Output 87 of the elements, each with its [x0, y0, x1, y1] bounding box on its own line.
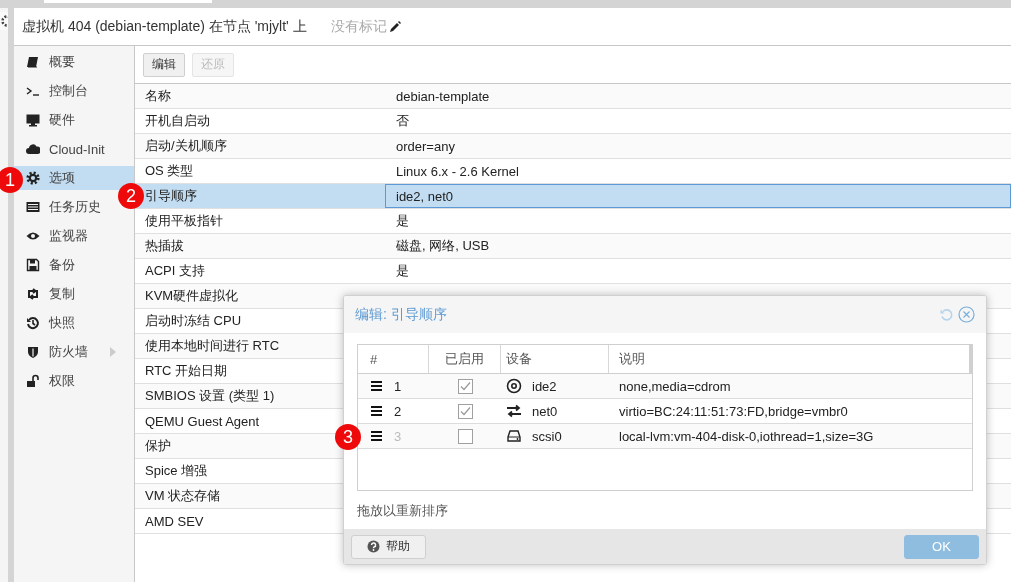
- option-name: 开机自启动: [145, 113, 210, 128]
- column-header[interactable]: #: [358, 345, 429, 373]
- option-name: 使用平板指针: [145, 213, 223, 228]
- sidebar-item[interactable]: 概要: [14, 50, 118, 74]
- row-number: 2: [394, 403, 402, 419]
- option-row[interactable]: 引导顺序 ide2, net0: [135, 184, 1011, 209]
- sidebar-item[interactable]: 控制台: [14, 79, 118, 103]
- list-icon: [26, 200, 40, 214]
- sidebar-item[interactable]: 监视器: [14, 224, 118, 248]
- dialog-title: 编辑: 引导顺序: [355, 305, 448, 324]
- window-title: 虚拟机 404 (debian-template) 在节点 'mjylt' 上: [22, 17, 307, 36]
- option-name: Spice 增强: [145, 463, 208, 478]
- option-name: SMBIOS 设置 (类型 1): [145, 388, 275, 403]
- option-value: 是: [395, 262, 410, 280]
- option-name: ACPI 支持: [145, 263, 205, 278]
- device-description: none,media=cdrom: [618, 378, 732, 394]
- disc-icon: [506, 378, 522, 394]
- checkbox[interactable]: [457, 403, 473, 419]
- row-number: 1: [394, 378, 402, 394]
- boot-device-row[interactable]: 1 ide2 none,media=cdrom: [358, 374, 972, 399]
- option-value: ide2, net0: [385, 184, 1011, 208]
- tags-label: 没有标记: [330, 17, 387, 36]
- option-name: OS 类型: [145, 163, 194, 178]
- shield-icon: [26, 345, 40, 359]
- option-name: 使用本地时间进行 RTC: [145, 338, 280, 353]
- gear-button[interactable]: [0, 12, 8, 30]
- device-description: local-lvm:vm-404-disk-0,iothread=1,size=3G: [618, 428, 875, 444]
- option-name: 名称: [145, 88, 171, 103]
- history-icon: [26, 316, 40, 330]
- sidebar-item[interactable]: 防火墙: [14, 340, 118, 364]
- option-value: debian-template: [395, 87, 491, 106]
- device-name: ide2: [532, 378, 557, 394]
- checkbox[interactable]: [457, 378, 473, 394]
- drag-hint: 拖放以重新排序: [357, 502, 449, 520]
- sidebar-item[interactable]: Cloud-Init: [14, 137, 118, 161]
- device-description: virtio=BC:24:11:51:73:FD,bridge=vmbr0: [618, 403, 849, 419]
- drag-handle-icon: [370, 380, 383, 392]
- option-name: VM 状态存储: [145, 488, 221, 503]
- column-header[interactable]: 设备: [501, 345, 609, 373]
- sidebar-item[interactable]: 权限: [14, 369, 118, 393]
- device-name: net0: [532, 403, 558, 419]
- pencil-icon: [387, 19, 402, 34]
- option-name: QEMU Guest Agent: [145, 413, 260, 429]
- sidebar-item[interactable]: 复制: [14, 282, 118, 306]
- boot-device-row[interactable]: 3 scsi0 local-lvm:vm-404-disk-0,iothread=1,size=3G: [358, 424, 972, 449]
- option-name: 保护: [145, 438, 171, 453]
- option-name: AMD SEV: [145, 513, 204, 529]
- gear-icon: [26, 171, 40, 185]
- option-value: order=any: [395, 137, 456, 156]
- checkbox[interactable]: [457, 428, 473, 444]
- cloud-icon: [26, 142, 40, 156]
- close-icon[interactable]: [958, 306, 975, 323]
- device-name: scsi0: [532, 428, 562, 444]
- retweet-icon: [26, 287, 40, 301]
- sidebar-item[interactable]: 选项: [14, 166, 134, 190]
- arrows-icon: [506, 403, 522, 419]
- edit-button[interactable]: 编辑: [143, 52, 185, 77]
- expand-caret-icon[interactable]: [110, 347, 116, 357]
- option-name: RTC 开始日期: [145, 363, 228, 378]
- option-value: 磁盘, 网络, USB: [395, 237, 491, 255]
- option-value: Linux 6.x - 2.6 Kernel: [395, 162, 520, 181]
- option-row[interactable]: 启动/关机顺序 order=any: [135, 134, 1011, 159]
- option-row[interactable]: 名称 debian-template: [135, 84, 1011, 109]
- option-name: 启动时冻结 CPU: [145, 313, 242, 328]
- hard-drive-icon: [506, 428, 522, 444]
- help-button[interactable]: 帮助: [351, 534, 426, 559]
- help-icon: [367, 540, 380, 553]
- unlock-icon: [26, 374, 40, 388]
- drag-handle-icon: [370, 430, 383, 442]
- row-number: 3: [394, 428, 402, 444]
- column-header[interactable]: 已启用: [429, 345, 501, 373]
- sidebar-item[interactable]: 备份: [14, 253, 118, 277]
- sidebar-item[interactable]: 任务历史: [14, 195, 118, 219]
- option-name: 热插拔: [145, 238, 184, 253]
- sidebar-item[interactable]: 硬件: [14, 108, 118, 132]
- option-row[interactable]: 热插拔 磁盘, 网络, USB: [135, 234, 1011, 259]
- reset-icon: [939, 307, 954, 322]
- floppy-icon: [26, 258, 40, 272]
- option-value: 否: [395, 112, 410, 130]
- monitor-icon: [26, 113, 40, 127]
- option-name: 引导顺序: [145, 188, 197, 203]
- sidebar-item[interactable]: 快照: [14, 311, 118, 335]
- option-name: 启动/关机顺序: [145, 138, 227, 153]
- book-icon: [26, 55, 40, 69]
- drag-handle-icon: [370, 405, 383, 417]
- option-value: 是: [395, 212, 410, 230]
- option-name: KVM硬件虚拟化: [145, 288, 239, 303]
